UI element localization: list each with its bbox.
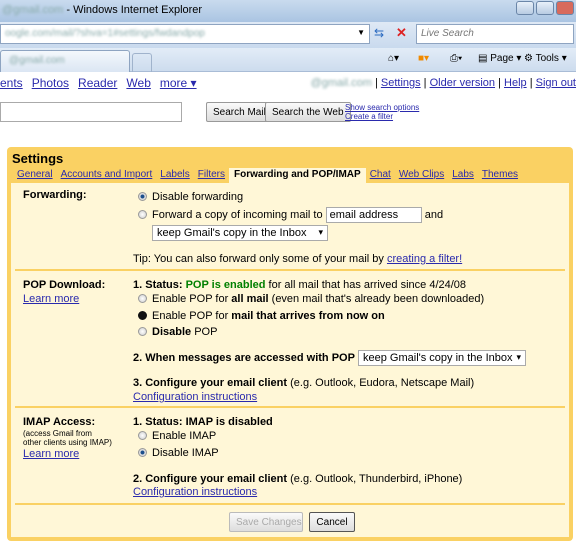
tab-labels[interactable]: Labels	[156, 168, 193, 183]
live-search-input[interactable]: Live Search	[416, 24, 574, 44]
home-icon[interactable]: ⌂▾	[388, 53, 399, 64]
imap-learn-more-link[interactable]: Learn more	[23, 448, 79, 460]
tab-accounts[interactable]: Accounts and Import	[57, 168, 157, 183]
radio-checked[interactable]	[138, 448, 147, 457]
account-bar: @gmail.com | Settings | Older version | …	[310, 77, 576, 89]
pop-section: POP Download: Learn more 1. Status: POP …	[15, 273, 565, 408]
window-title: - Windows Internet Explorer	[63, 4, 203, 16]
help-link[interactable]: Help	[504, 77, 527, 89]
tools-menu[interactable]: ⚙ Tools ▾	[524, 53, 567, 64]
pop-config-link[interactable]: Configuration instructions	[133, 391, 257, 403]
imap-status: 1. Status: IMAP is disabled	[133, 416, 273, 428]
page-menu[interactable]: ▤ Page ▾	[478, 53, 521, 64]
save-changes-button[interactable]: Save Changes	[229, 512, 303, 532]
tab-filters[interactable]: Filters	[194, 168, 229, 183]
imap-step2: 2. Configure your email client	[133, 473, 288, 485]
tab-themes[interactable]: Themes	[478, 168, 522, 183]
pop-label: POP Download:	[23, 279, 106, 291]
new-tab-button[interactable]	[132, 53, 152, 72]
refresh-icon[interactable]: ⇆	[374, 26, 384, 40]
title-blurred: @gmail.com	[2, 4, 64, 16]
forward-copy-option[interactable]: Forward a copy of incoming mail to email…	[133, 207, 443, 223]
settings-link[interactable]: Settings	[381, 77, 421, 89]
nav-web[interactable]: Web	[126, 76, 150, 90]
address-toolbar: oogle.com/mail/?shva=1#settings/fwdandpo…	[0, 22, 576, 48]
imap-sublabel: other clients using IMAP)	[23, 438, 112, 447]
forward-action-select[interactable]: keep Gmail's copy in the Inbox	[152, 225, 328, 241]
imap-label: IMAP Access:	[23, 416, 96, 428]
pop-disable-option[interactable]: Disable POP	[133, 326, 217, 338]
pop-step3: 3. Configure your email client	[133, 377, 288, 389]
radio[interactable]	[138, 327, 147, 336]
radio[interactable]	[138, 209, 147, 219]
pop-all-mail-option[interactable]: Enable POP for all mail (even mail that'…	[133, 293, 484, 305]
radio-checked[interactable]	[138, 311, 147, 320]
settings-content: Forwarding: Disable forwarding Forward a…	[11, 183, 569, 537]
imap-config-link[interactable]: Configuration instructions	[133, 486, 257, 498]
settings-panel: Settings General Accounts and Import Lab…	[7, 147, 573, 541]
email-address-field[interactable]: email address	[325, 207, 422, 223]
nav-photos[interactable]: Photos	[32, 76, 69, 90]
tab-forwarding[interactable]: Forwarding and POP/IMAP	[229, 168, 366, 183]
forwarding-section: Forwarding: Disable forwarding Forward a…	[15, 183, 565, 271]
address-bar[interactable]: oogle.com/mail/?shva=1#settings/fwdandpo…	[0, 24, 370, 44]
minimize-button[interactable]	[516, 1, 534, 15]
radio[interactable]	[138, 431, 147, 440]
feeds-icon[interactable]: ■▾	[418, 53, 429, 64]
page-title: Settings	[12, 151, 64, 166]
search-mail-button[interactable]: Search Mail	[206, 102, 273, 122]
tab-labs[interactable]: Labs	[448, 168, 478, 183]
older-version-link[interactable]: Older version	[430, 77, 495, 89]
disable-imap-option[interactable]: Disable IMAP	[133, 447, 219, 459]
sign-out-link[interactable]: Sign out	[536, 77, 576, 89]
pop-status: 1. Status: POP is enabled for all mail t…	[133, 279, 467, 291]
dropdown-icon[interactable]: ▼	[357, 28, 365, 37]
tip-text: Tip: You can also forward only some of y…	[133, 253, 384, 265]
search-web-button[interactable]: Search the Web	[265, 102, 351, 122]
nav-reader[interactable]: Reader	[78, 76, 117, 90]
browser-tab[interactable]: @gmail.com	[0, 50, 130, 72]
print-icon[interactable]: ⎙▾	[450, 53, 462, 64]
tab-chat[interactable]: Chat	[366, 168, 395, 183]
show-search-options-link[interactable]: Show search options	[345, 103, 419, 112]
tab-general[interactable]: General	[13, 168, 57, 183]
cancel-button[interactable]: Cancel	[309, 512, 355, 532]
tab-web-clips[interactable]: Web Clips	[395, 168, 448, 183]
create-filter-link[interactable]: Create a filter	[345, 112, 393, 121]
gmail-nav: ents Photos Reader Web more ▾	[0, 76, 206, 90]
window-title-bar: @gmail.com - Windows Internet Explorer	[0, 0, 576, 22]
forwarding-label: Forwarding:	[23, 189, 87, 201]
nav-more[interactable]: more ▾	[160, 76, 197, 90]
creating-filter-link[interactable]: creating a filter!	[387, 253, 462, 265]
radio-checked[interactable]	[138, 192, 147, 201]
maximize-button[interactable]	[536, 1, 554, 15]
pop-from-now-option[interactable]: Enable POP for mail that arrives from no…	[133, 310, 385, 322]
stop-icon[interactable]: ✕	[396, 25, 407, 41]
disable-forwarding-option[interactable]: Disable forwarding	[133, 191, 243, 203]
radio[interactable]	[138, 294, 147, 303]
pop-step2: 2. When messages are accessed with POP	[133, 351, 355, 364]
nav-documents[interactable]: ents	[0, 76, 23, 90]
close-window-button[interactable]	[556, 1, 574, 15]
imap-section: IMAP Access: (access Gmail from other cl…	[15, 410, 565, 505]
pop-action-select[interactable]: keep Gmail's copy in the Inbox	[358, 350, 527, 366]
settings-tabs: General Accounts and Import Labels Filte…	[13, 168, 522, 183]
browser-tab-bar: @gmail.com ⌂▾ ■▾ ⎙▾ ▤ Page ▾ ⚙ Tools ▾	[0, 48, 576, 72]
pop-learn-more-link[interactable]: Learn more	[23, 293, 79, 305]
enable-imap-option[interactable]: Enable IMAP	[133, 430, 216, 442]
search-input[interactable]	[0, 102, 182, 122]
